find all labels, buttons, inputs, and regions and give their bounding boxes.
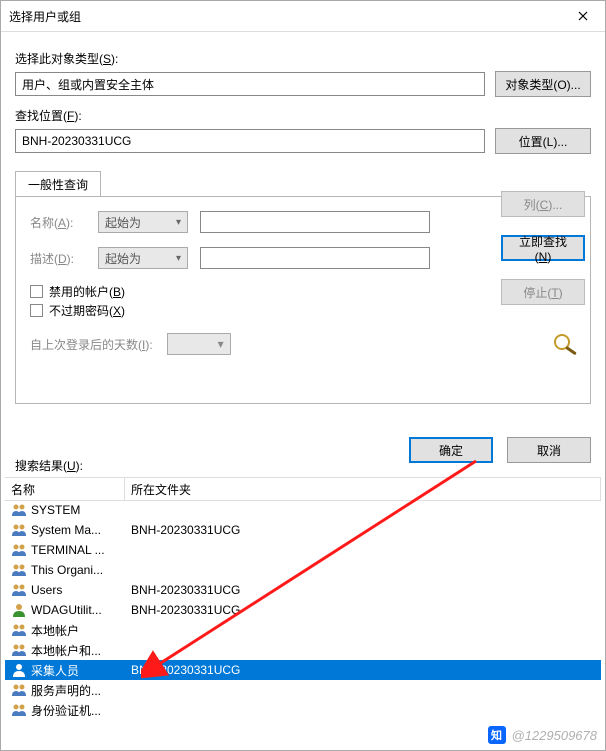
cell-name: Users: [5, 583, 125, 597]
tab-common-queries[interactable]: 一般性查询: [15, 171, 101, 197]
object-type-label: 选择此对象类型(S):: [15, 50, 591, 67]
window-title: 选择用户或组: [9, 8, 81, 25]
cell-name: 本地帐户: [5, 622, 125, 639]
table-row[interactable]: 身份验证机...: [5, 700, 601, 716]
table-row[interactable]: UsersBNH-20230331UCG: [5, 580, 601, 600]
name-input[interactable]: [200, 211, 430, 233]
cell-name: 身份验证机...: [5, 702, 125, 717]
cell-folder: BNH-20230331UCG: [125, 583, 601, 597]
disabled-accounts-checkbox-row[interactable]: 禁用的帐户(B): [30, 283, 576, 300]
find-now-button[interactable]: 立即查找(N): [501, 235, 585, 261]
cell-name: WDAGUtilit...: [5, 603, 125, 617]
table-row[interactable]: 采集人员BNH-20230331UCG: [5, 660, 601, 680]
table-row[interactable]: 本地帐户和...: [5, 640, 601, 660]
group-icon: [11, 643, 27, 657]
watermark: 知 @1229509678: [488, 726, 598, 744]
table-row[interactable]: 本地帐户: [5, 620, 601, 640]
locations-button[interactable]: 位置(L)...: [495, 128, 591, 154]
cancel-button[interactable]: 取消: [507, 437, 591, 463]
cell-name: 采集人员: [5, 662, 125, 679]
group-icon: [11, 683, 27, 697]
user-icon: [11, 663, 27, 677]
checkbox-icon: [30, 285, 43, 298]
chevron-down-icon: ▾: [176, 253, 181, 264]
results-header: 名称 所在文件夹: [5, 478, 601, 501]
table-row[interactable]: System Ma...BNH-20230331UCG: [5, 520, 601, 540]
title-bar: 选择用户或组: [1, 1, 605, 32]
disabled-accounts-label: 禁用的帐户(B): [49, 283, 125, 300]
cell-folder: BNH-20230331UCG: [125, 663, 601, 677]
desc-input[interactable]: [200, 247, 430, 269]
search-results-label: 搜索结果(U):: [15, 457, 83, 474]
cell-name: SYSTEM: [5, 503, 125, 517]
action-buttons: 确定 取消: [409, 437, 591, 463]
column-name[interactable]: 名称: [5, 478, 125, 500]
location-label: 查找位置(F):: [15, 107, 591, 124]
group-icon: [11, 703, 27, 716]
object-types-button[interactable]: 对象类型(O)...: [495, 71, 591, 97]
cell-name: 本地帐户和...: [5, 642, 125, 659]
watermark-text: @1229509678: [512, 728, 598, 743]
days-combo[interactable]: ▾: [167, 333, 231, 355]
table-row[interactable]: 服务声明的...: [5, 680, 601, 700]
chevron-down-icon: ▾: [218, 337, 224, 351]
table-row[interactable]: SYSTEM: [5, 500, 601, 520]
noexpire-password-checkbox-row[interactable]: 不过期密码(X): [30, 302, 576, 319]
group-icon: [11, 523, 27, 537]
cell-folder: BNH-20230331UCG: [125, 603, 601, 617]
chevron-down-icon: ▾: [176, 217, 181, 228]
cell-name: TERMINAL ...: [5, 543, 125, 557]
cell-name: System Ma...: [5, 523, 125, 537]
group-icon: [11, 623, 27, 637]
ok-button[interactable]: 确定: [409, 437, 493, 463]
zhihu-logo-icon: 知: [488, 726, 506, 744]
user-icon: [11, 603, 27, 617]
select-users-dialog: 选择用户或组 选择此对象类型(S): 对象类型(O)... 查找位置(F): 位…: [0, 0, 606, 751]
cell-name: This Organi...: [5, 563, 125, 577]
query-side-buttons: 列(C)... 立即查找(N) 停止(T): [501, 191, 591, 305]
columns-button[interactable]: 列(C)...: [501, 191, 585, 217]
days-since-login-label: 自上次登录后的天数(I):: [30, 336, 153, 353]
magnifier-icon: [553, 333, 583, 355]
checkbox-icon: [30, 304, 43, 317]
table-row[interactable]: WDAGUtilit...BNH-20230331UCG: [5, 600, 601, 620]
results-list: 名称 所在文件夹 SYSTEM System Ma...BNH-20230331…: [5, 477, 601, 716]
desc-match-combo[interactable]: 起始为 ▾: [98, 247, 188, 269]
group-icon: [11, 543, 27, 557]
name-label: 名称(A):: [30, 214, 86, 231]
table-row[interactable]: TERMINAL ...: [5, 540, 601, 560]
cell-name: 服务声明的...: [5, 682, 125, 699]
close-icon: [578, 11, 588, 21]
group-icon: [11, 563, 27, 577]
column-folder[interactable]: 所在文件夹: [125, 478, 601, 500]
location-field[interactable]: [15, 129, 485, 153]
stop-button[interactable]: 停止(T): [501, 279, 585, 305]
results-body[interactable]: SYSTEM System Ma...BNH-20230331UCG TERMI…: [5, 500, 601, 716]
table-row[interactable]: This Organi...: [5, 560, 601, 580]
name-match-combo[interactable]: 起始为 ▾: [98, 211, 188, 233]
cell-folder: BNH-20230331UCG: [125, 523, 601, 537]
noexpire-password-label: 不过期密码(X): [49, 302, 125, 319]
group-icon: [11, 583, 27, 597]
desc-label: 描述(D):: [30, 250, 86, 267]
group-icon: [11, 503, 27, 517]
object-type-field[interactable]: [15, 72, 485, 96]
close-button[interactable]: [560, 1, 605, 31]
